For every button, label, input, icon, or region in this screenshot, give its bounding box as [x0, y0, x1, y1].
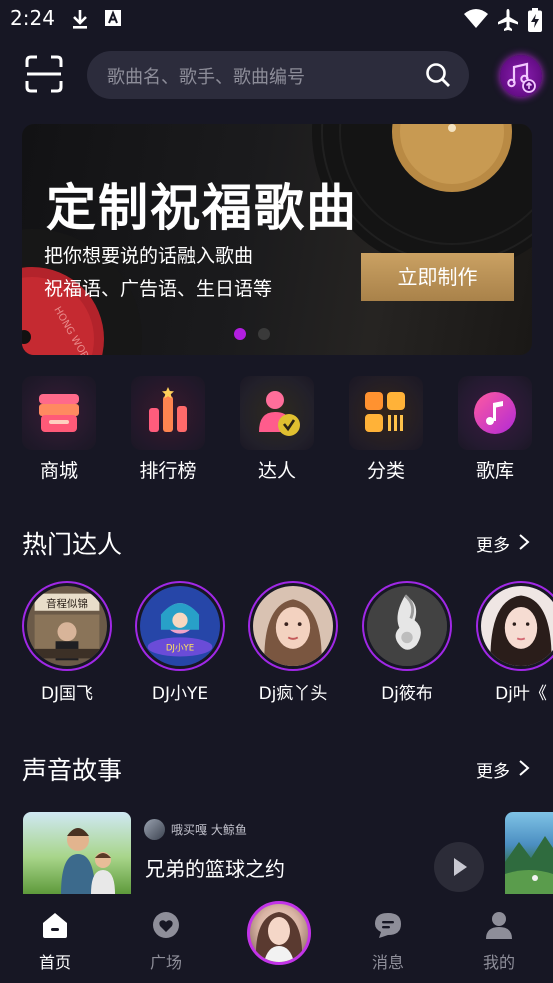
verified-user-icon: [240, 376, 314, 450]
promo-banner[interactable]: HONG WORLD 定制祝福歌曲 把你想要说的话融入歌曲 祝福语、广告语、生日…: [22, 124, 532, 355]
creator-name: DJ小YE: [151, 684, 209, 704]
quick-nav-creators[interactable]: 达人: [240, 376, 314, 482]
quick-nav-store[interactable]: 商城: [22, 376, 96, 482]
avatar[interactable]: [362, 581, 452, 671]
bottom-tab-bar: 首页 广场 消息 我的: [0, 894, 553, 983]
story-thumbnail[interactable]: [505, 812, 553, 894]
avatar[interactable]: DJ小YE: [135, 581, 225, 671]
hot-creators-title: 热门达人: [22, 530, 123, 559]
creator-name: Dj叶《: [495, 684, 547, 704]
quick-nav-label: 分类: [366, 460, 405, 482]
status-bar: 2:24: [0, 0, 553, 38]
creator-name: DJ国飞: [40, 684, 94, 704]
banner-title: 定制祝福歌曲: [46, 179, 358, 237]
creator-name: Dj筱布: [381, 684, 433, 704]
avatar[interactable]: 音程似锦: [22, 581, 112, 671]
search-icon[interactable]: [425, 62, 451, 88]
quick-nav-label: 达人: [257, 460, 296, 482]
quick-nav-ranking[interactable]: 排行榜: [131, 376, 205, 482]
quick-nav-label: 商城: [39, 460, 78, 482]
message-icon: [375, 913, 401, 938]
wifi-icon: [464, 9, 488, 28]
scan-icon: [25, 55, 63, 93]
tab-plaza[interactable]: 广场: [121, 894, 211, 983]
creator-name: Dj疯丫头: [258, 684, 328, 704]
center-avatar-button[interactable]: [247, 901, 311, 965]
tab-messages[interactable]: 消息: [343, 894, 433, 983]
story-thumbnail[interactable]: [23, 812, 131, 894]
chevron-right-icon[interactable]: [518, 759, 530, 777]
tab-label: 我的: [482, 953, 515, 972]
avatar: [255, 912, 303, 962]
battery-charging-icon: [528, 8, 542, 32]
music-upload-button[interactable]: [500, 55, 542, 97]
search-placeholder: 歌曲名、歌手、歌曲编号: [107, 67, 305, 88]
tab-label: 广场: [149, 953, 182, 972]
category-icon: [349, 376, 423, 450]
quick-nav-label: 歌库: [475, 460, 514, 482]
status-time: 2:24: [10, 6, 55, 30]
banner-subtitle-1: 把你想要说的话融入歌曲: [44, 245, 254, 267]
quick-nav-category[interactable]: 分类: [349, 376, 423, 482]
scan-button[interactable]: [24, 54, 64, 94]
sound-stories-title: 声音故事: [22, 756, 123, 785]
plaza-icon: [153, 912, 179, 938]
banner-dot[interactable]: [258, 328, 270, 340]
play-icon: [454, 858, 467, 876]
play-button[interactable]: [434, 842, 484, 892]
tab-label: 首页: [38, 953, 71, 972]
story-author: 哦买嘎 大鲸鱼: [171, 823, 247, 837]
tab-label: 消息: [371, 953, 404, 972]
tab-profile[interactable]: 我的: [454, 894, 544, 983]
text-a-icon: [105, 10, 121, 26]
quick-nav-library[interactable]: 歌库: [458, 376, 532, 482]
search-input[interactable]: 歌曲名、歌手、歌曲编号: [87, 51, 469, 99]
hot-creators-more-link[interactable]: 更多: [476, 531, 510, 556]
ranking-icon: [131, 376, 205, 450]
avatar[interactable]: [476, 581, 553, 671]
avatar-sign-text: 音程似锦: [46, 597, 88, 610]
store-icon: [22, 376, 96, 450]
story-title[interactable]: 兄弟的篮球之约: [145, 853, 285, 882]
banner-subtitle-2: 祝福语、广告语、生日语等: [44, 278, 273, 300]
music-upload-icon: [507, 62, 536, 93]
avatar[interactable]: [144, 819, 165, 840]
avatar[interactable]: [248, 581, 338, 671]
download-icon: [73, 10, 87, 29]
banner-dot-active[interactable]: [234, 328, 246, 340]
make-now-button[interactable]: 立即制作: [361, 253, 514, 301]
music-note-icon: [458, 376, 532, 450]
quick-nav-label: 排行榜: [139, 460, 197, 482]
avatar-sign-text: DJ小YE: [166, 643, 194, 654]
sound-stories-more-link[interactable]: 更多: [476, 757, 510, 782]
airplane-icon: [498, 9, 518, 31]
home-icon: [43, 913, 67, 938]
tab-home[interactable]: 首页: [10, 894, 100, 983]
chevron-right-icon[interactable]: [518, 533, 530, 551]
profile-icon: [486, 912, 512, 939]
